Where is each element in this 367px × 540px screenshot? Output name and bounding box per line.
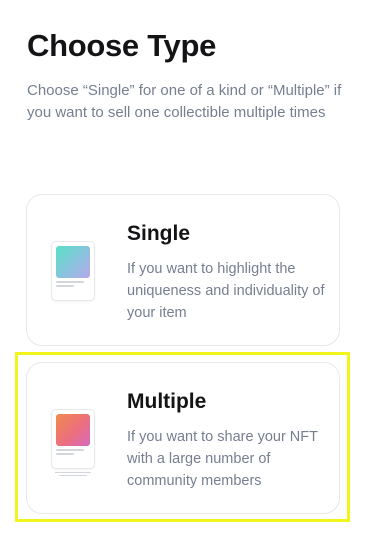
preview-line (56, 453, 74, 455)
stack-line (55, 472, 91, 473)
choose-type-page: Choose Type Choose “Single” for one of a… (0, 0, 367, 540)
multiple-nft-stack-icon (51, 409, 95, 469)
multiple-option-title: Multiple (127, 390, 207, 413)
artwork-preview (56, 414, 90, 446)
single-option-description: If you want to highlight the uniqueness … (127, 261, 325, 321)
page-subtitle: Choose “Single” for one of a kind or “Mu… (27, 82, 342, 121)
single-option-card[interactable]: Single If you want to highlight the uniq… (26, 194, 340, 346)
preview-line (56, 449, 84, 451)
preview-line (56, 285, 74, 287)
page-title: Choose Type (27, 28, 217, 63)
multiple-option-card[interactable]: Multiple If you want to share your NFT w… (26, 362, 340, 514)
single-nft-card-icon (51, 241, 95, 301)
stack-line (59, 475, 87, 476)
single-option-title: Single (127, 222, 191, 245)
artwork-preview (56, 246, 90, 278)
preview-line (56, 281, 84, 283)
multiple-option-description: If you want to share your NFT with a lar… (127, 429, 318, 489)
